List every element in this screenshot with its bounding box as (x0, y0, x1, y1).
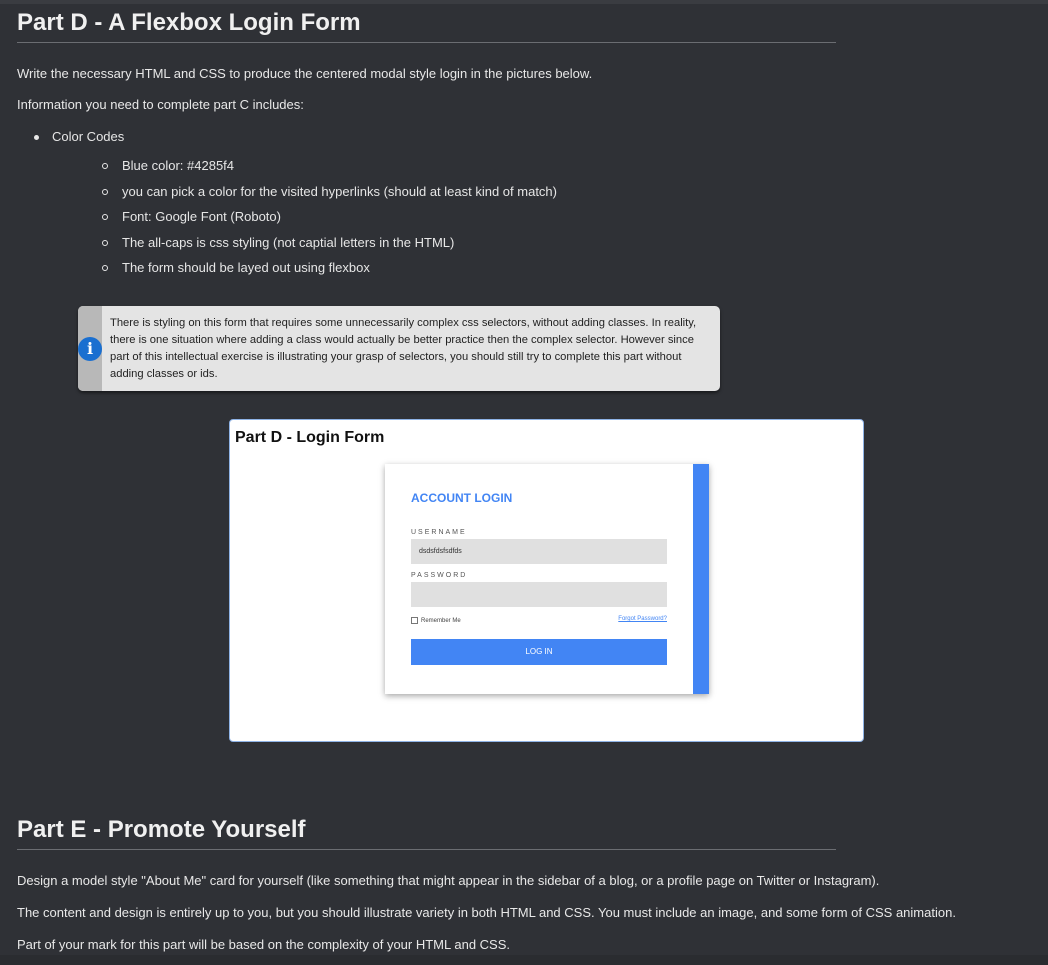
info-note-text: There is styling on this form that requi… (110, 317, 697, 380)
list-item-text: The form should be layed out using flexb… (122, 260, 370, 276)
info-note: i There is styling on this form that req… (78, 306, 720, 391)
part-e-paragraph-2: The content and design is entirely up to… (17, 905, 956, 920)
part-d-info-lead: Information you need to complete part C … (17, 97, 304, 112)
list-item: The form should be layed out using flexb… (52, 260, 557, 286)
list-item-text: you can pick a color for the visited hyp… (122, 183, 557, 199)
remember-me: Remember Me (411, 617, 461, 624)
login-button: Log In (411, 639, 667, 665)
username-field: dsdsfdsfsdfds (411, 539, 667, 564)
card-title: Account Login (411, 491, 513, 505)
password-label: Password (411, 572, 468, 579)
part-e-paragraph-3: Part of your mark for this part will be … (17, 937, 511, 952)
part-d-heading: Part D - A Flexbox Login Form (17, 9, 836, 43)
info-icon: i (78, 336, 102, 361)
list-item: you can pick a color for the visited hyp… (52, 184, 557, 210)
username-label: Username (411, 529, 467, 536)
screenshot-title: Part D - Login Form (235, 429, 385, 446)
password-field (411, 582, 667, 607)
list-item-text: Blue color: #4285f4 (122, 158, 235, 173)
part-e-heading: Part E - Promote Yourself (17, 816, 836, 850)
bottom-bar (0, 955, 1048, 965)
login-form-screenshot: Part D - Login Form Account Login Userna… (229, 419, 864, 742)
login-card: Account Login Username dsdsfdsfsdfds Pas… (385, 464, 709, 694)
list-item: Blue color: #4285f4 (52, 158, 557, 184)
part-e-paragraph-1: Design a model style "About Me" card for… (17, 873, 880, 888)
list-item-text: The all-caps is css styling (not captial… (122, 234, 455, 250)
remember-label: Remember Me (421, 617, 461, 624)
forgot-password-link: Forgot Password? (618, 616, 667, 622)
sub-list: Blue color: #4285f4 you can pick a color… (52, 158, 557, 286)
part-d-intro: Write the necessary HTML and CSS to prod… (17, 66, 593, 81)
list-item: The all-caps is css styling (not captial… (52, 235, 557, 261)
list-item-text: Font: Google Font (Roboto) (122, 209, 281, 225)
top-bar (0, 0, 1048, 4)
requirements-list: Color Codes Blue color: #4285f4 you can … (17, 129, 557, 286)
list-item-label: Color Codes (52, 129, 125, 144)
info-note-sidebar: i (78, 306, 102, 391)
remember-checkbox (411, 617, 418, 624)
list-item: Font: Google Font (Roboto) (52, 209, 557, 235)
list-item-color-codes: Color Codes Blue color: #4285f4 you can … (17, 129, 557, 286)
